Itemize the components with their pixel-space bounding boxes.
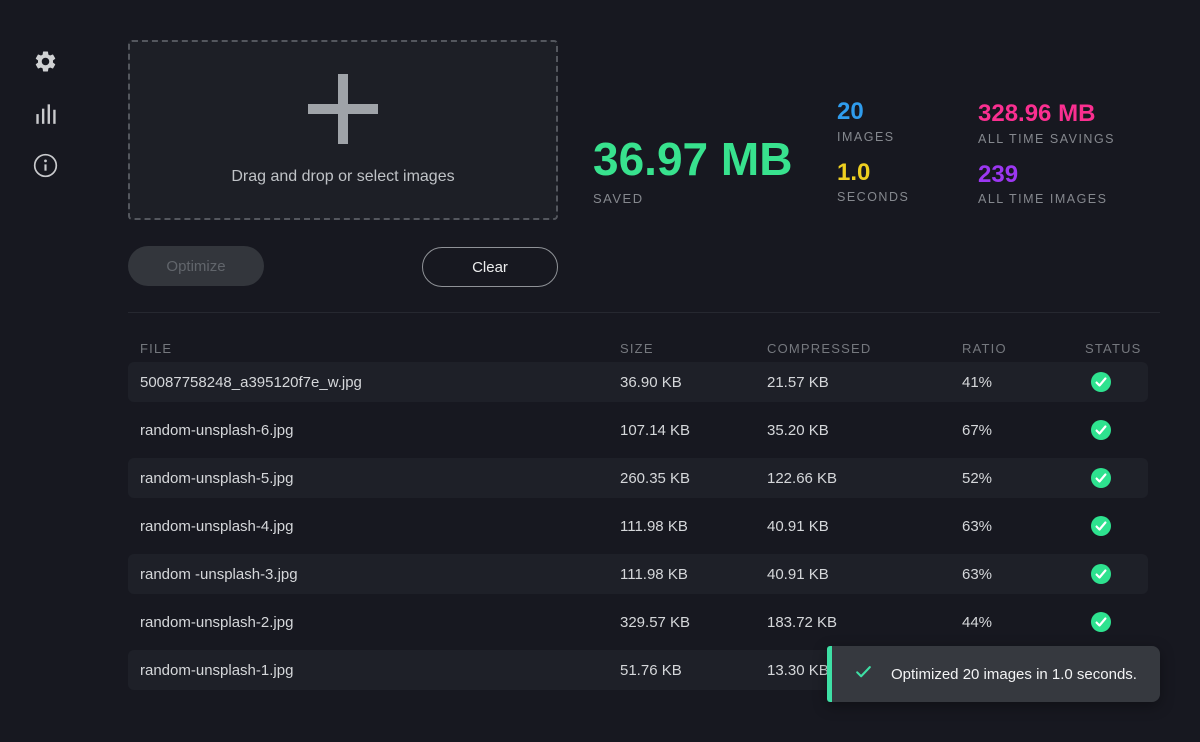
status-cell — [1085, 468, 1148, 488]
optimize-button[interactable]: Optimize — [128, 246, 264, 286]
stat-images: 20 IMAGES — [837, 98, 909, 144]
drop-zone-label: Drag and drop or select images — [231, 168, 454, 186]
ratio-cell: 67% — [962, 422, 1085, 439]
status-check-icon — [1085, 372, 1111, 392]
ratio-cell: 44% — [962, 614, 1085, 631]
status-check-icon — [1085, 468, 1111, 488]
bar-chart-icon — [32, 100, 58, 126]
size-cell: 111.98 KB — [620, 518, 767, 535]
status-check-icon — [1085, 420, 1111, 440]
status-cell — [1085, 516, 1148, 536]
ratio-cell: 63% — [962, 518, 1085, 535]
settings-button[interactable] — [32, 48, 58, 74]
stat-saved: 36.97 MB SAVED — [593, 134, 792, 206]
size-cell: 329.57 KB — [620, 614, 767, 631]
info-icon — [32, 152, 59, 179]
status-cell — [1085, 372, 1148, 392]
app-window: Drag and drop or select images 36.97 MB … — [0, 0, 1200, 742]
stat-column-session: 20 IMAGES 1.0 SECONDS — [837, 98, 909, 219]
table-top-divider — [128, 312, 1160, 313]
compressed-cell: 40.91 KB — [767, 518, 962, 535]
file-cell: random-unsplash-2.jpg — [140, 614, 620, 631]
check-icon — [854, 662, 873, 686]
statistics-button[interactable] — [32, 100, 58, 126]
table-row: random-unsplash-4.jpg 111.98 KB 40.91 KB… — [128, 506, 1148, 546]
size-cell: 36.90 KB — [620, 374, 767, 391]
table-row: 50087758248_a395120f7e_w.jpg 36.90 KB 21… — [128, 362, 1148, 402]
saved-value: 36.97 MB — [593, 134, 792, 185]
compressed-cell: 21.57 KB — [767, 374, 962, 391]
column-header-size: SIZE — [620, 341, 767, 356]
seconds-label: SECONDS — [837, 190, 909, 204]
all-time-savings-value: 328.96 MB — [978, 100, 1115, 128]
compressed-cell: 122.66 KB — [767, 470, 962, 487]
saved-label: SAVED — [593, 191, 792, 206]
compressed-cell: 183.72 KB — [767, 614, 962, 631]
toast-notification: Optimized 20 images in 1.0 seconds. — [827, 646, 1160, 702]
status-cell — [1085, 612, 1148, 632]
drop-zone[interactable]: Drag and drop or select images — [128, 40, 558, 220]
stat-seconds: 1.0 SECONDS — [837, 159, 909, 205]
stat-all-time-images: 239 ALL TIME IMAGES — [978, 161, 1115, 207]
column-header-file: FILE — [140, 341, 620, 356]
column-header-compressed: COMPRESSED — [767, 341, 962, 356]
status-cell — [1085, 420, 1148, 440]
gear-icon — [33, 49, 58, 74]
size-cell: 111.98 KB — [620, 566, 767, 583]
clear-button[interactable]: Clear — [422, 247, 558, 287]
size-cell: 51.76 KB — [620, 662, 767, 679]
about-button[interactable] — [32, 152, 58, 178]
all-time-images-value: 239 — [978, 161, 1115, 189]
table-header-row: FILE SIZE COMPRESSED RATIO STATUS — [128, 334, 1148, 362]
table-row: random-unsplash-5.jpg 260.35 KB 122.66 K… — [128, 458, 1148, 498]
seconds-value: 1.0 — [837, 159, 909, 187]
plus-icon — [308, 74, 378, 144]
file-cell: 50087758248_a395120f7e_w.jpg — [140, 374, 620, 391]
ratio-cell: 41% — [962, 374, 1085, 391]
size-cell: 260.35 KB — [620, 470, 767, 487]
compressed-cell: 35.20 KB — [767, 422, 962, 439]
status-check-icon — [1085, 564, 1111, 584]
status-cell — [1085, 564, 1148, 584]
column-header-ratio: RATIO — [962, 341, 1085, 356]
table-row: random-unsplash-2.jpg 329.57 KB 183.72 K… — [128, 602, 1148, 642]
ratio-cell: 52% — [962, 470, 1085, 487]
stat-all-time-savings: 328.96 MB ALL TIME SAVINGS — [978, 100, 1115, 146]
file-cell: random-unsplash-6.jpg — [140, 422, 620, 439]
size-cell: 107.14 KB — [620, 422, 767, 439]
stat-column-alltime: 328.96 MB ALL TIME SAVINGS 239 ALL TIME … — [978, 100, 1115, 221]
status-check-icon — [1085, 516, 1111, 536]
toast-message: Optimized 20 images in 1.0 seconds. — [891, 666, 1137, 683]
file-cell: random-unsplash-1.jpg — [140, 662, 620, 679]
ratio-cell: 63% — [962, 566, 1085, 583]
images-label: IMAGES — [837, 130, 909, 144]
file-cell: random-unsplash-4.jpg — [140, 518, 620, 535]
table-row: random -unsplash-3.jpg 111.98 KB 40.91 K… — [128, 554, 1148, 594]
images-value: 20 — [837, 98, 909, 126]
table-row: random-unsplash-6.jpg 107.14 KB 35.20 KB… — [128, 410, 1148, 450]
file-table: FILE SIZE COMPRESSED RATIO STATUS 500877… — [128, 334, 1148, 698]
status-check-icon — [1085, 612, 1111, 632]
compressed-cell: 40.91 KB — [767, 566, 962, 583]
sidebar — [0, 0, 90, 742]
file-cell: random-unsplash-5.jpg — [140, 470, 620, 487]
all-time-images-label: ALL TIME IMAGES — [978, 192, 1115, 206]
file-cell: random -unsplash-3.jpg — [140, 566, 620, 583]
column-header-status: STATUS — [1085, 341, 1148, 356]
all-time-savings-label: ALL TIME SAVINGS — [978, 132, 1115, 146]
